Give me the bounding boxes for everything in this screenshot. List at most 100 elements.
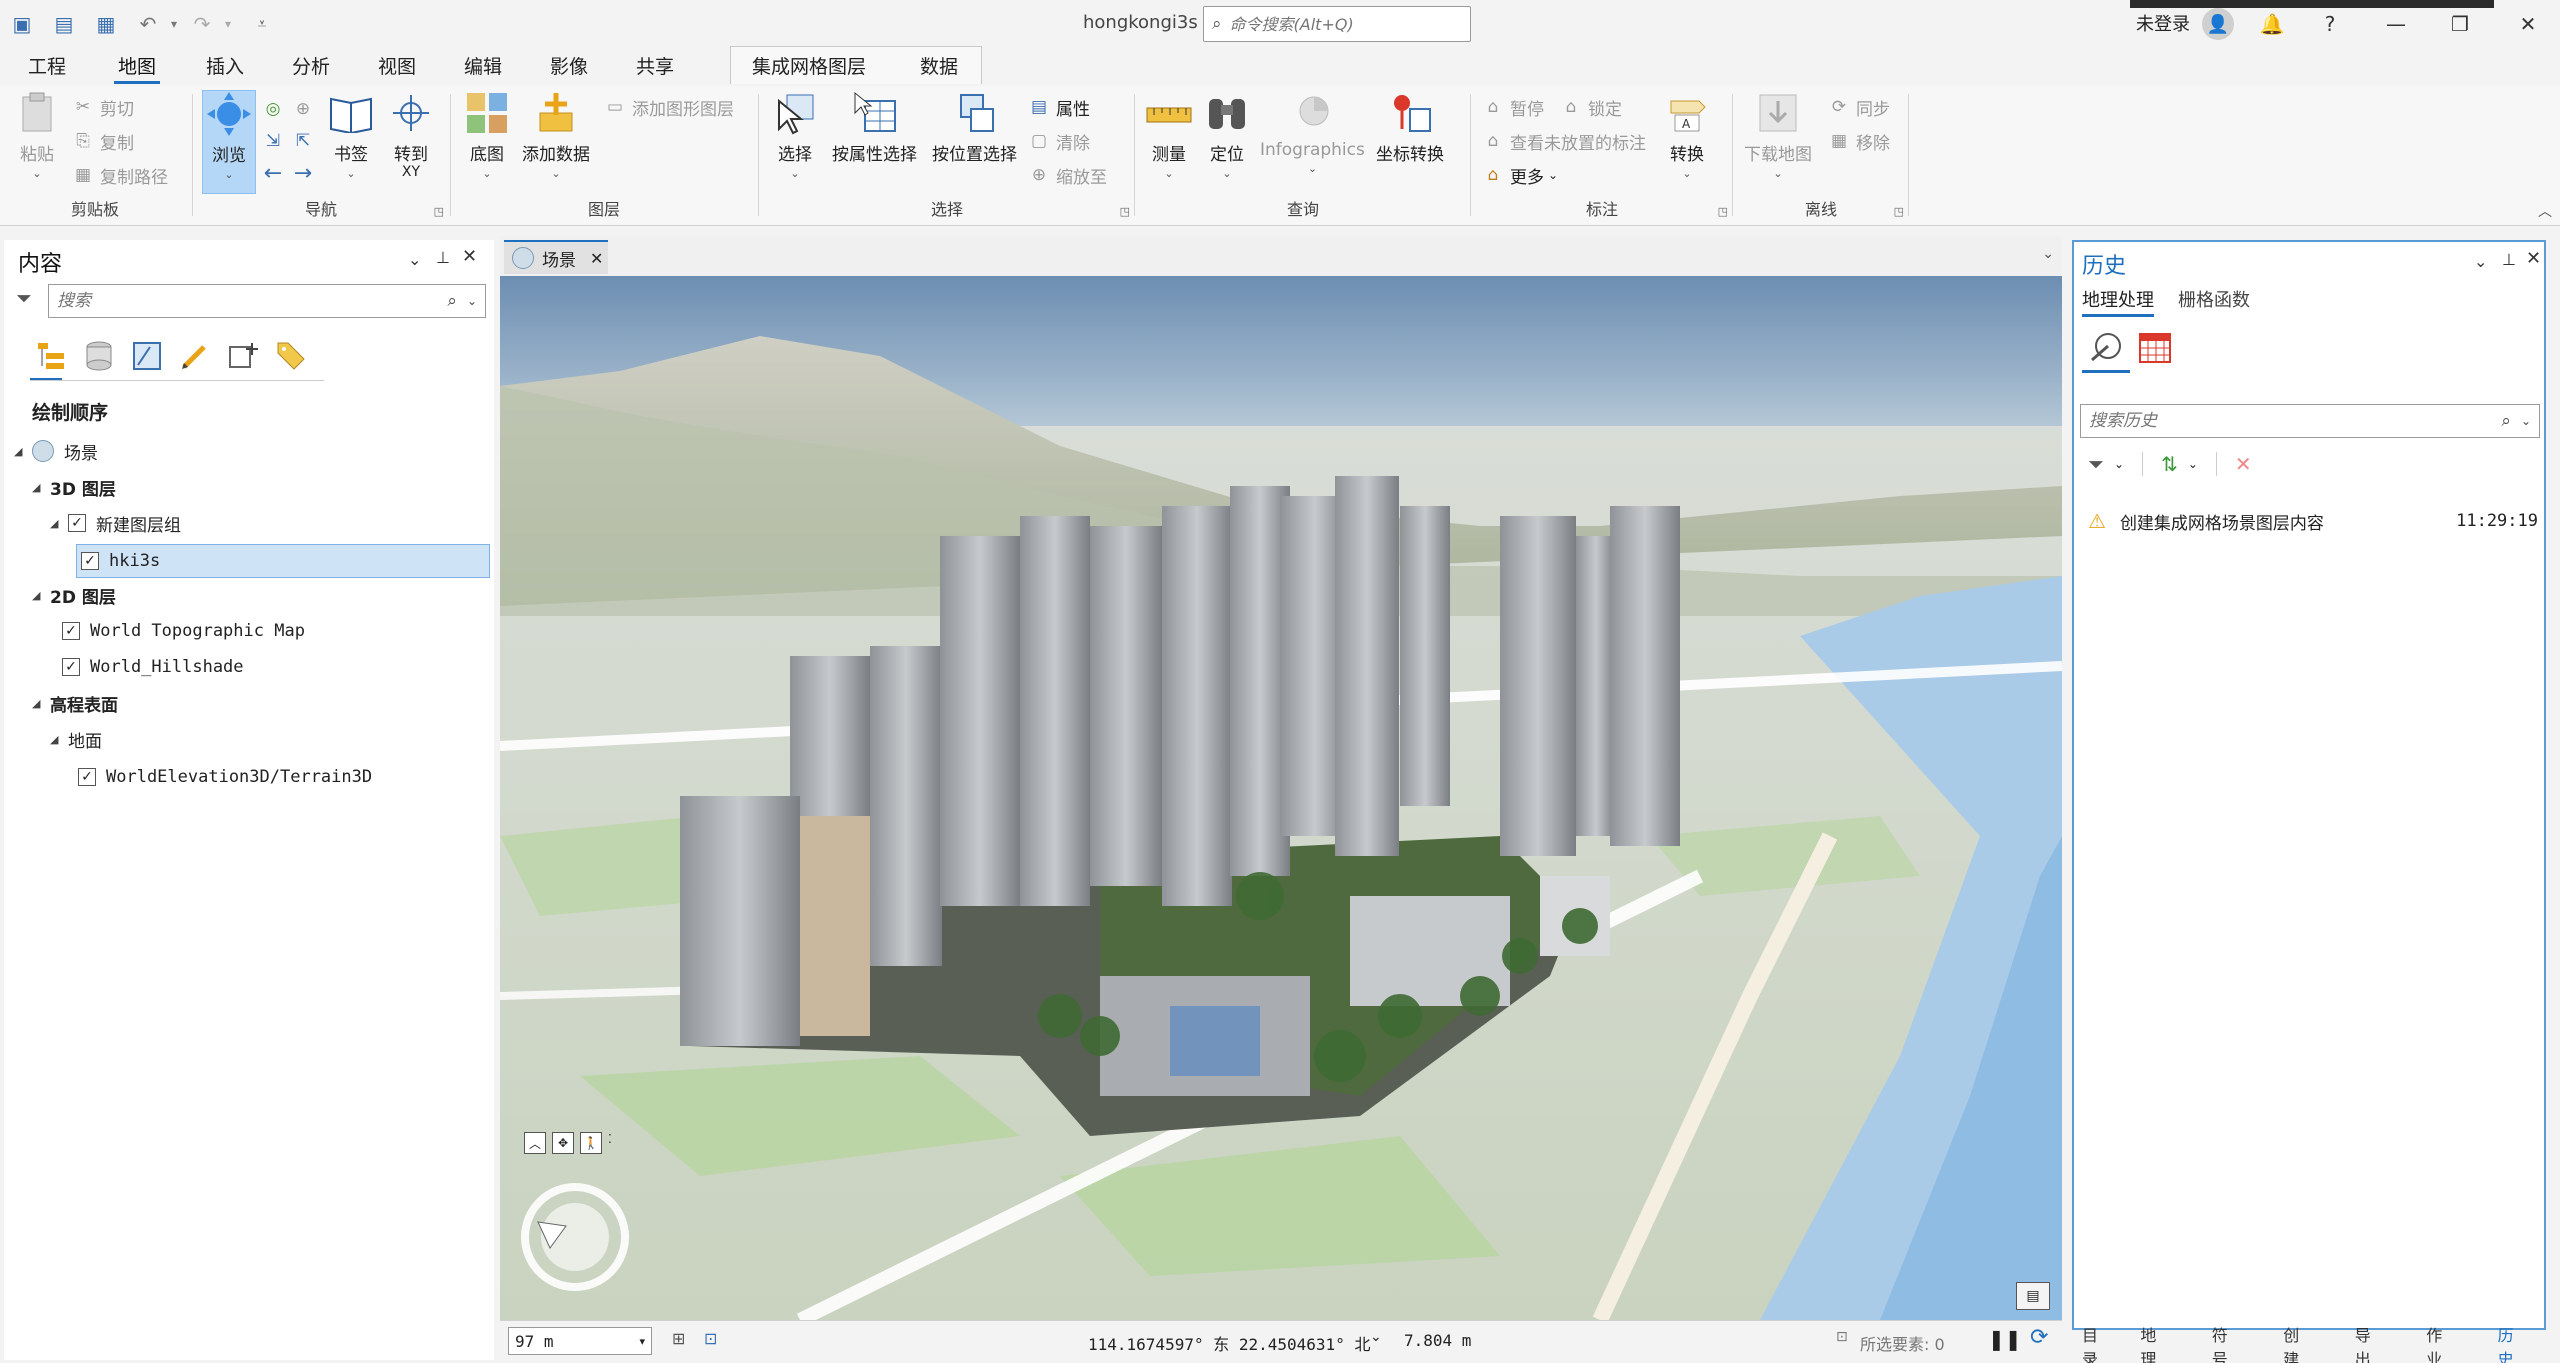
select-by-attributes-button[interactable]: 按属性选择 xyxy=(832,90,917,165)
tab-edit[interactable]: 编辑 xyxy=(460,52,506,84)
refresh-icon[interactable]: ⟳ xyxy=(2030,1325,2048,1350)
dialog-launcher-icon[interactable]: ◳ xyxy=(1120,205,1130,218)
goto-xy-button[interactable]: 转到 XY xyxy=(388,90,434,179)
user-avatar-icon[interactable]: 👤 xyxy=(2202,8,2234,40)
tab-insert[interactable]: 插入 xyxy=(202,52,248,84)
undo-dropdown-icon[interactable]: ▾ xyxy=(160,10,188,38)
chevron-down-icon[interactable]: ⌄ xyxy=(2188,457,2198,471)
dock-tab-jobs[interactable]: 作业… xyxy=(2426,1322,2465,1363)
visibility-checkbox[interactable]: ✓ xyxy=(78,768,96,786)
tab-analysis[interactable]: 分析 xyxy=(288,52,334,84)
pin-icon[interactable]: ⊥ xyxy=(436,248,450,267)
cut-button[interactable]: ✂ 剪切 xyxy=(72,92,134,122)
collapse-ribbon-icon[interactable]: ︿ xyxy=(2538,201,2552,221)
tree-ground[interactable]: ◢ 地面 xyxy=(50,724,102,754)
tab-map[interactable]: 地图 xyxy=(114,52,161,84)
infographics-button[interactable]: Infographics ⌄ xyxy=(1260,90,1365,175)
contents-search[interactable]: ⌕ ⌄ xyxy=(48,284,486,318)
filter-icon[interactable]: ⏷ xyxy=(2088,452,2104,476)
tab-mesh-layer[interactable]: 集成网格图层 xyxy=(748,52,870,84)
new-project-icon[interactable]: ▣ xyxy=(8,10,36,38)
tab-share[interactable]: 共享 xyxy=(632,52,678,84)
coordinate-system-icon[interactable]: ⊡ xyxy=(704,1329,717,1348)
convert-labels-button[interactable]: A 转换 ⌄ xyxy=(1664,90,1710,180)
tree-world-hillshade[interactable]: ✓ World_Hillshade xyxy=(62,652,244,682)
dock-tab-export[interactable]: 导出… xyxy=(2355,1322,2394,1363)
basemap-button[interactable]: 底图 ⌄ xyxy=(464,90,510,180)
data-source-icon[interactable] xyxy=(82,339,116,373)
panel-menu-chevron-icon[interactable]: ⌄ xyxy=(2474,252,2487,271)
draw-order-icon[interactable] xyxy=(34,339,68,373)
tab-geoprocessing[interactable]: 地理处理 xyxy=(2082,286,2154,317)
chevron-down-icon[interactable]: ⌄ xyxy=(2042,246,2054,262)
zoom-out-fixed-icon[interactable]: ⇱ xyxy=(292,126,320,156)
tab-project[interactable]: 工程 xyxy=(24,52,70,84)
full-extent-icon[interactable]: ◎ xyxy=(262,94,290,124)
tree-hki3s-selected[interactable]: ✓ hki3s xyxy=(76,544,490,578)
expand-triangle-icon[interactable]: ◢ xyxy=(32,697,44,710)
delete-icon[interactable]: ✕ xyxy=(2235,452,2252,476)
visibility-checkbox[interactable]: ✓ xyxy=(68,514,86,532)
explore-button[interactable]: 浏览 ⌄ xyxy=(202,90,256,194)
close-icon[interactable]: ✕ xyxy=(2508,8,2548,40)
select-by-location-button[interactable]: 按位置选择 xyxy=(932,90,1017,165)
close-panel-icon[interactable]: ✕ xyxy=(2526,248,2541,269)
tree-elevation-surfaces[interactable]: ◢ 高程表面 xyxy=(32,688,118,718)
open-project-icon[interactable]: ▤ xyxy=(50,10,78,38)
dock-tab-history[interactable]: 历史 xyxy=(2498,1322,2524,1363)
paste-button[interactable]: 粘贴 ⌄ xyxy=(14,90,60,180)
navigator-rotation-icon[interactable] xyxy=(520,1182,630,1292)
editing-pencil-icon[interactable] xyxy=(178,339,212,373)
tab-scene-view[interactable]: 场景 ✕ xyxy=(504,240,608,274)
help-button[interactable]: ? xyxy=(2310,8,2350,40)
copy-path-button[interactable]: ▦ 复制路径 xyxy=(72,160,168,190)
history-entry[interactable]: ⚠ 创建集成网格场景图层内容 11:29:19 xyxy=(2088,506,2538,536)
tree-new-group-layer[interactable]: ◢ ✓ 新建图层组 xyxy=(50,508,181,538)
full-extent-icon[interactable]: ✥ xyxy=(552,1132,574,1154)
snapping-icon[interactable] xyxy=(226,339,260,373)
undo-icon[interactable]: ↶ xyxy=(134,10,162,38)
attributes-button[interactable]: ▤ 属性 xyxy=(1028,92,1090,122)
map-tips-icon[interactable]: ▤ xyxy=(2016,1282,2050,1310)
sort-icon[interactable]: ⇅ xyxy=(2161,452,2178,476)
restore-icon[interactable]: ❐ xyxy=(2440,8,2480,40)
tree-2d-layers[interactable]: ◢ 2D 图层 xyxy=(32,580,116,610)
locate-button[interactable]: 定位 ⌄ xyxy=(1204,90,1250,180)
previous-extent-icon[interactable]: ← xyxy=(262,158,290,188)
sync-button[interactable]: ⟳ 同步 xyxy=(1828,92,1890,122)
dialog-launcher-icon[interactable]: ◳ xyxy=(434,205,444,218)
pause-drawing-icon[interactable]: ❚❚ xyxy=(1988,1327,2022,1351)
tab-imagery[interactable]: 影像 xyxy=(546,52,592,84)
tree-scene[interactable]: ◢ 场景 xyxy=(14,436,98,466)
expand-triangle-icon[interactable]: ◢ xyxy=(14,445,26,458)
tree-terrain3d[interactable]: ✓ WorldElevation3D/Terrain3D xyxy=(78,762,372,792)
chevron-down-icon[interactable]: ⌄ xyxy=(2114,457,2124,471)
coordinate-format-chevron-icon[interactable]: ⌄ xyxy=(1370,1329,1382,1345)
measure-button[interactable]: 测量 ⌄ xyxy=(1146,90,1192,180)
expand-triangle-icon[interactable]: ◢ xyxy=(50,733,62,746)
lock-labels-button[interactable]: ⌂ 锁定 xyxy=(1560,92,1622,122)
dock-tab-geoprocessing[interactable]: 地理… xyxy=(2140,1322,2179,1363)
coordinate-conversion-button[interactable]: 坐标转换 xyxy=(1376,90,1444,165)
pin-icon[interactable]: ⊥ xyxy=(2502,250,2516,269)
tab-raster-functions[interactable]: 栅格函数 xyxy=(2178,286,2250,312)
expand-triangle-icon[interactable]: ◢ xyxy=(50,517,62,530)
close-tab-icon[interactable]: ✕ xyxy=(590,249,603,268)
notification-bell-icon[interactable]: 🔔 xyxy=(2252,8,2292,40)
history-search-input[interactable] xyxy=(2089,411,2502,431)
bookmarks-button[interactable]: 书签 ⌄ xyxy=(328,90,374,180)
collapse-navigator-icon[interactable]: ︿ xyxy=(524,1132,546,1154)
visibility-checkbox[interactable]: ✓ xyxy=(62,658,80,676)
copy-button[interactable]: ⎘ 复制 xyxy=(72,126,134,156)
visibility-checkbox[interactable]: ✓ xyxy=(81,552,99,570)
visibility-checkbox[interactable]: ✓ xyxy=(62,622,80,640)
next-extent-icon[interactable]: → xyxy=(292,158,320,188)
more-labeling-button[interactable]: ⌂ 更多 ⌄ xyxy=(1482,160,1558,190)
tree-world-topographic[interactable]: ✓ World Topographic Map xyxy=(62,616,305,646)
download-map-button[interactable]: 下载地图 ⌄ xyxy=(1744,90,1812,180)
more-dots-icon[interactable]: ⁚ xyxy=(608,1132,612,1154)
tab-data[interactable]: 数据 xyxy=(916,52,962,84)
add-graphics-layer-button[interactable]: ▭ 添加图形图层 xyxy=(604,92,734,122)
expand-triangle-icon[interactable]: ◢ xyxy=(32,589,44,602)
redo-icon[interactable]: ↷ xyxy=(188,10,216,38)
